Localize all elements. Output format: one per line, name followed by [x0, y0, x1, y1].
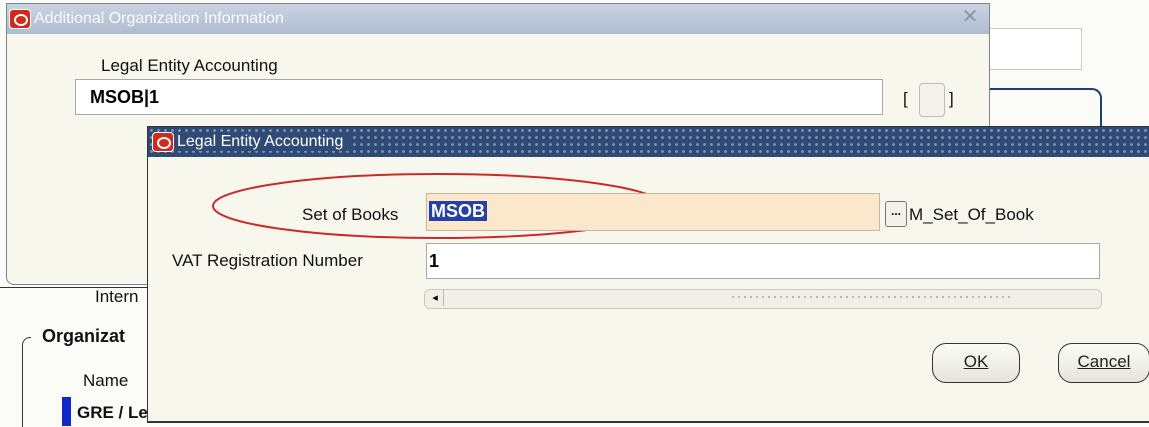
top-right-field[interactable] [985, 28, 1082, 70]
horizontal-scrollbar[interactable]: ◂ [424, 289, 1102, 309]
cancel-button[interactable]: Cancel [1058, 343, 1149, 383]
window-titlebar: Legal Entity Accounting [148, 127, 1149, 157]
oracle-o-icon [9, 9, 31, 29]
legal-entity-accounting-label: Legal Entity Accounting [101, 56, 278, 75]
vat-registration-label: VAT Registration Number [172, 251, 363, 270]
ok-button-label: OK [963, 352, 989, 371]
background-tab-label[interactable]: Intern [95, 287, 138, 307]
set-of-books-label: Set of Books [302, 205, 399, 224]
ok-button[interactable]: OK [932, 343, 1020, 383]
set-of-books-field[interactable]: MSOB [426, 193, 880, 231]
window-titlebar: Additional Organization Information ✕ [7, 4, 989, 34]
vat-registration-field[interactable]: 1 [426, 243, 1100, 279]
list-of-values-button[interactable]: ... [885, 201, 907, 227]
legal-entity-accounting-field[interactable]: MSOB|1 [75, 79, 883, 115]
close-icon[interactable]: ✕ [959, 6, 981, 28]
bracket-open: [ [903, 89, 908, 108]
set-of-books-value: MSOB [429, 201, 487, 221]
cancel-button-label: Cancel [1077, 352, 1131, 371]
name-column-label: Name [83, 371, 129, 390]
oracle-o-icon [152, 132, 174, 152]
legal-entity-accounting-window: Legal Entity Accounting Set of Books MSO… [147, 126, 1149, 423]
descriptive-flex-button[interactable] [919, 83, 945, 117]
window-title: Legal Entity Accounting [177, 133, 352, 151]
section-frame [22, 337, 31, 427]
bracket-close: ] [949, 89, 954, 108]
scroll-thumb-pattern [730, 294, 1010, 302]
section-title: Organizat [42, 326, 126, 346]
scroll-left-icon[interactable]: ◂ [427, 290, 444, 306]
row-indicator [62, 397, 71, 426]
window-title: Additional Organization Information [34, 10, 284, 27]
set-of-books-hint: M_Set_Of_Book [909, 205, 1034, 224]
background-region-outline [980, 88, 1102, 130]
